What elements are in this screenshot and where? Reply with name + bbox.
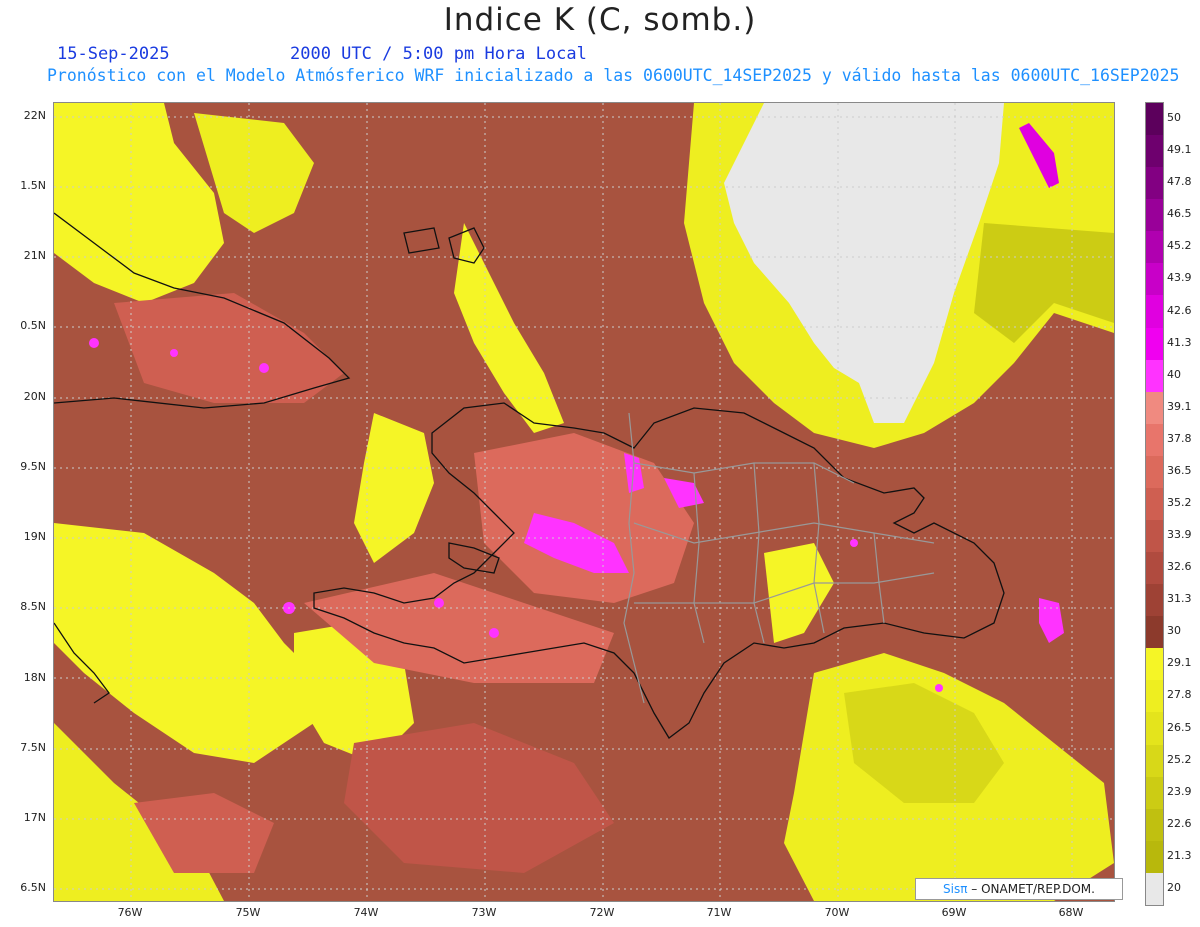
colorbar-swatch <box>1146 455 1163 488</box>
x-tick-label: 72W <box>589 906 615 919</box>
peak-index-cell <box>170 349 178 357</box>
peak-index-cell <box>935 684 943 692</box>
colorbar-label: 46.5 <box>1167 207 1192 221</box>
y-tick-label: 7.5N <box>20 741 46 754</box>
model-subtitle: Pronóstico con el Modelo Atmósferico WRF… <box>47 66 1180 85</box>
colorbar-label: 45.2 <box>1167 239 1192 253</box>
peak-index-cell <box>850 539 858 547</box>
y-tick-label: 8.5N <box>20 600 46 613</box>
y-tick-label: 6.5N <box>20 881 46 894</box>
colorbar-label: 50 <box>1167 111 1181 125</box>
colorbar-swatch <box>1146 327 1163 360</box>
colorbar-label: 37.8 <box>1167 431 1192 445</box>
colorbar-label: 27.8 <box>1167 688 1192 702</box>
colorbar-swatch <box>1146 391 1163 424</box>
colorbar-label: 30 <box>1167 624 1181 638</box>
colorbar-label: 26.5 <box>1167 720 1192 734</box>
colorbar <box>1145 102 1164 906</box>
colorbar-swatch <box>1146 744 1163 777</box>
colorbar-swatch <box>1146 359 1163 392</box>
sis-logo-text: Sisπ <box>943 882 968 896</box>
colorbar-swatch <box>1146 520 1163 553</box>
y-tick-label: 18N <box>23 671 46 684</box>
colorbar-label: 23.9 <box>1167 784 1192 798</box>
colorbar-swatch <box>1146 648 1163 681</box>
colorbar-label: 35.2 <box>1167 496 1192 509</box>
colorbar-label: 22.6 <box>1167 816 1192 830</box>
colorbar-label: 42.6 <box>1167 303 1192 317</box>
x-tick-label: 76W <box>117 906 143 919</box>
colorbar-label: 20 <box>1167 880 1181 894</box>
colorbar-swatch <box>1146 712 1163 745</box>
colorbar-label: 32.6 <box>1167 560 1192 574</box>
low-index-region-nw <box>54 103 224 303</box>
y-tick-label: 19N <box>23 530 46 543</box>
colorbar-swatch <box>1146 199 1163 232</box>
y-tick-label: 9.5N <box>20 460 46 473</box>
colorbar-label: 25.2 <box>1167 752 1192 766</box>
colorbar-swatch <box>1146 584 1163 617</box>
colorbar-label: 21.3 <box>1167 848 1192 862</box>
low-index-region-west <box>54 523 314 763</box>
colorbar-label: 33.9 <box>1167 528 1192 542</box>
colorbar-label: 36.5 <box>1167 463 1192 477</box>
high-index-region-central <box>474 433 694 603</box>
colorbar-swatch <box>1146 135 1163 168</box>
x-tick-label: 73W <box>471 906 497 919</box>
peak-index-cell <box>434 598 444 608</box>
y-tick-label: 20N <box>23 390 46 403</box>
y-tick-label: 22N <box>23 109 46 122</box>
high-index-region-west <box>114 293 344 403</box>
colorbar-swatch <box>1146 808 1163 841</box>
colorbar-label: 47.8 <box>1167 175 1192 189</box>
colorbar-label: 31.3 <box>1167 592 1192 606</box>
peak-index-cell <box>259 363 269 373</box>
y-tick-label: 17N <box>23 811 46 824</box>
k-index-map <box>53 102 1115 902</box>
x-tick-label: 71W <box>706 906 732 919</box>
peak-index-cell <box>89 338 99 348</box>
peak-index-cell <box>489 628 499 638</box>
colorbar-label: 39.1 <box>1167 399 1192 413</box>
map-field <box>54 103 1114 901</box>
forecast-time: 2000 UTC / 5:00 pm Hora Local <box>290 44 587 64</box>
colorbar-swatch <box>1146 840 1163 873</box>
colorbar-swatch <box>1146 167 1163 200</box>
colorbar-label: 43.9 <box>1167 271 1192 285</box>
credit-box: Sisπ – ONAMET/REP.DOM. <box>915 878 1123 900</box>
y-tick-label: 0.5N <box>20 319 46 332</box>
colorbar-swatch <box>1146 680 1163 713</box>
colorbar-label: 41.3 <box>1167 335 1192 349</box>
x-tick-label: 69W <box>941 906 967 919</box>
map-title: Indice K (C, somb.) <box>443 2 757 38</box>
forecast-date: 15-Sep-2025 <box>57 44 170 64</box>
colorbar-swatch <box>1146 552 1163 585</box>
credit-text: – ONAMET/REP.DOM. <box>971 882 1095 896</box>
x-tick-label: 68W <box>1058 906 1084 919</box>
x-tick-label: 74W <box>353 906 379 919</box>
peak-index-cell-southeast <box>1039 598 1064 643</box>
x-tick-label: 75W <box>235 906 261 919</box>
colorbar-swatch <box>1146 295 1163 328</box>
y-tick-label: 1.5N <box>20 179 46 192</box>
colorbar-swatch <box>1146 423 1163 456</box>
colorbar-swatch <box>1146 616 1163 649</box>
x-tick-label: 70W <box>824 906 850 919</box>
colorbar-swatch <box>1146 776 1163 809</box>
high-index-region-southcentral <box>344 723 614 873</box>
colorbar-swatch <box>1146 103 1163 136</box>
low-index-region-north-ridge <box>454 223 564 433</box>
colorbar-swatch <box>1146 872 1163 905</box>
colorbar-swatch <box>1146 263 1163 296</box>
colorbar-label: 29.1 <box>1167 656 1192 670</box>
colorbar-label: 49.1 <box>1167 143 1192 157</box>
low-index-region-mid <box>354 413 434 563</box>
colorbar-swatch <box>1146 487 1163 521</box>
y-tick-label: 21N <box>23 249 46 262</box>
colorbar-swatch <box>1146 231 1163 264</box>
colorbar-label: 40 <box>1167 367 1181 381</box>
